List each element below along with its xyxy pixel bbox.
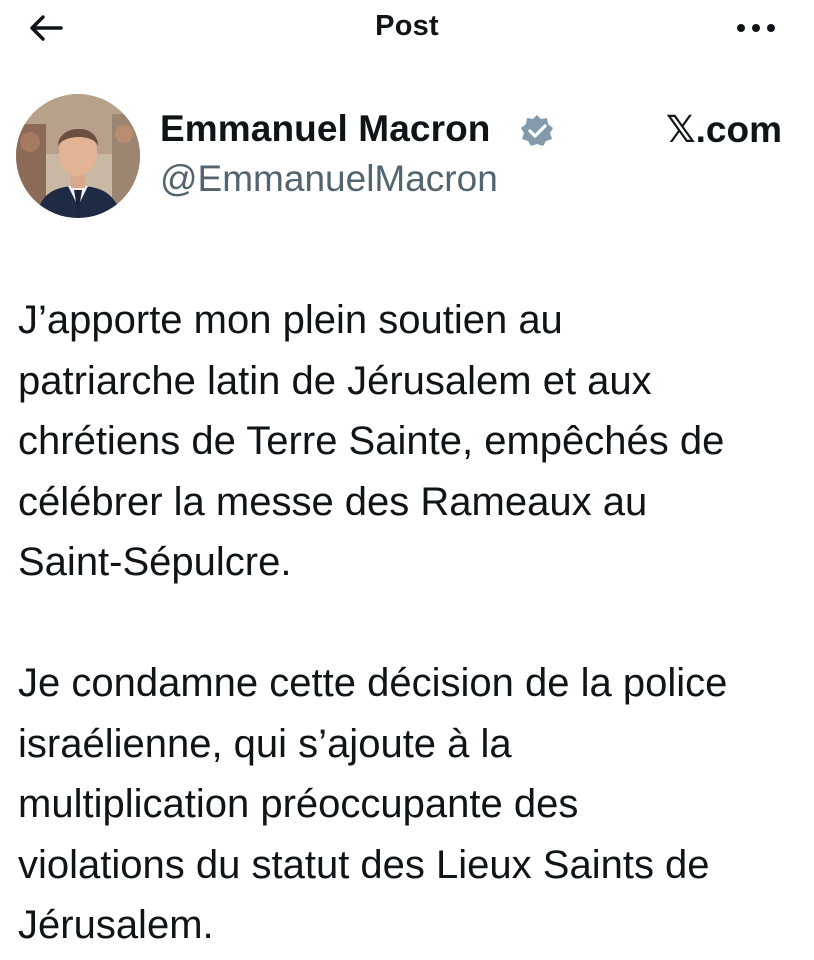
more-options-button[interactable] (734, 14, 778, 42)
author-handle[interactable]: @EmmanuelMacron (160, 158, 498, 200)
verified-badge-icon (521, 115, 553, 146)
author-name[interactable]: Emmanuel Macron (160, 108, 490, 150)
profile-photo (16, 94, 140, 218)
more-horizontal-icon (737, 24, 775, 32)
post-text: J’apporte mon plein soutien au patriarch… (18, 298, 728, 947)
page-title: Post (375, 10, 439, 42)
top-bar: Post (0, 0, 814, 60)
site-label: 𝕏.com (665, 109, 782, 150)
avatar[interactable] (16, 94, 140, 218)
